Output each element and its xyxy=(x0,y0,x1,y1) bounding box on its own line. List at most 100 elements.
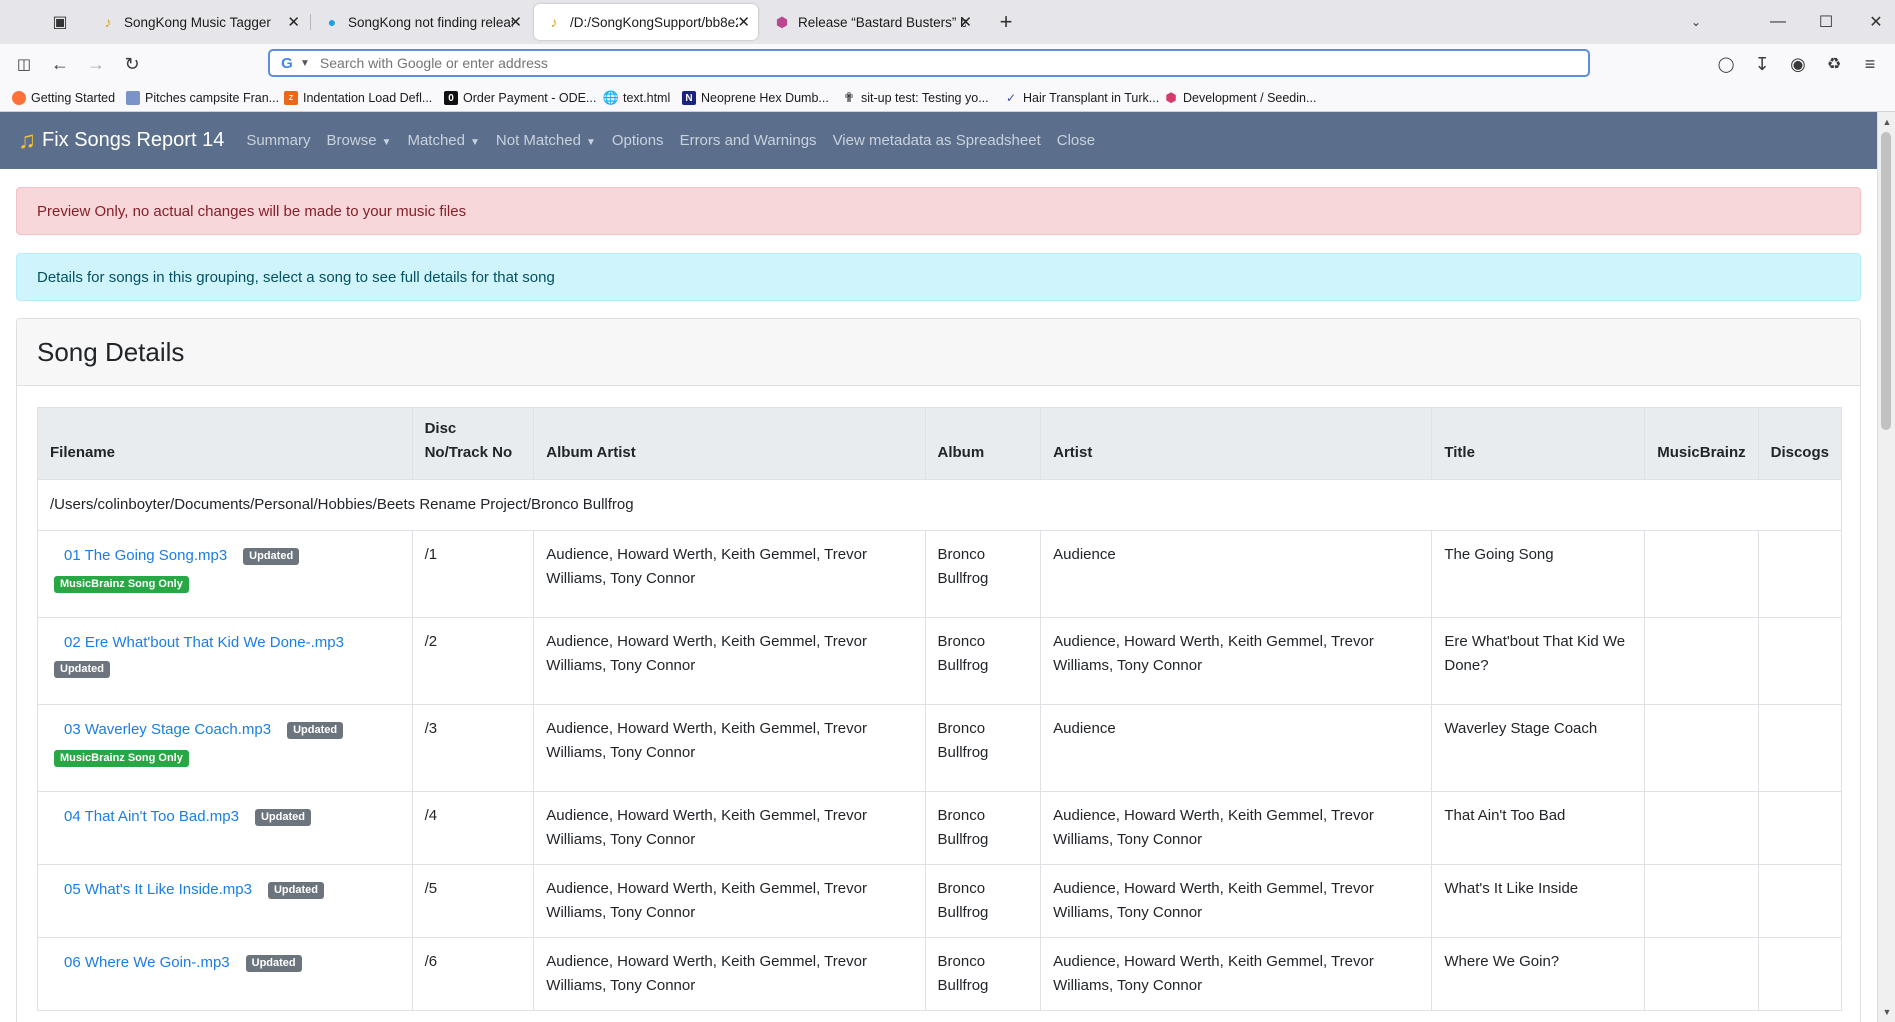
minimize-icon[interactable]: — xyxy=(1764,0,1792,44)
column-header[interactable]: Album Artist xyxy=(533,407,926,480)
url-bar[interactable]: G ▼ xyxy=(268,49,1590,77)
app-navbar: ♫ Fix Songs Report 14 Summary Browse ▼ Ma… xyxy=(0,112,1877,169)
nav-close[interactable]: Close xyxy=(1057,132,1095,149)
filename-cell: 06 Where We Goin-.mp3 Updated xyxy=(37,937,413,1011)
artist-cell: Audience, Howard Werth, Keith Gemmel, Tr… xyxy=(1040,937,1433,1011)
zwick-icon: Z xyxy=(284,91,298,105)
title-cell: What's It Like Inside xyxy=(1431,864,1646,938)
discogs-cell xyxy=(1757,864,1843,938)
sidebar-icon[interactable]: ◫ xyxy=(10,50,38,78)
reload-icon[interactable]: ↻ xyxy=(118,50,146,78)
bookmark-text-html[interactable]: 🌐 text.html xyxy=(603,89,670,107)
album-cell: Bronco Bullfrog xyxy=(924,937,1042,1011)
forward-icon[interactable]: → xyxy=(82,50,110,78)
bookmark-label: Order Payment - ODE... xyxy=(463,91,597,105)
tab-release-bastard-busters[interactable]: ⬢ Release “Bastard Busters” by Be ✕ xyxy=(762,4,980,40)
filename-link[interactable]: 02 Ere What'bout That Kid We Done-.mp3 xyxy=(64,634,344,651)
updated-badge: Updated xyxy=(287,721,344,739)
filename-link[interactable]: 05 What's It Like Inside.mp3 xyxy=(64,881,252,898)
table-row[interactable]: 06 Where We Goin-.mp3 Updated /6 Audience… xyxy=(37,937,1843,1011)
n-logo-icon: N xyxy=(682,91,696,105)
bookmark-order-payment[interactable]: 0 Order Payment - ODE... xyxy=(444,89,596,107)
close-tab-icon[interactable]: ✕ xyxy=(509,13,522,31)
tab-title: /D:/SongKongSupport/bb8e2fc xyxy=(570,14,738,30)
nav-not-matched[interactable]: Not Matched ▼ xyxy=(496,132,596,149)
maximize-icon[interactable]: ☐ xyxy=(1812,0,1840,44)
back-icon[interactable]: ← xyxy=(46,50,74,78)
table-row[interactable]: 04 That Ain't Too Bad.mp3 Updated /4 Audi… xyxy=(37,791,1843,865)
google-icon[interactable]: G xyxy=(278,54,296,72)
scroll-up-icon[interactable]: ▲ xyxy=(1878,114,1895,130)
app-brand[interactable]: ♫ Fix Songs Report 14 xyxy=(18,127,224,155)
filename-link[interactable]: 01 The Going Song.mp3 xyxy=(64,547,227,564)
column-header[interactable]: Title xyxy=(1431,407,1646,480)
folder-path: /Users/colinboyter/Documents/Personal/Ho… xyxy=(37,479,1842,531)
musicbrainz-cell xyxy=(1644,791,1759,865)
nav-errors-warnings[interactable]: Errors and Warnings xyxy=(680,132,817,149)
filename-link[interactable]: 04 That Ain't Too Bad.mp3 xyxy=(64,808,239,825)
nav-summary[interactable]: Summary xyxy=(246,132,310,149)
nav-browse[interactable]: Browse ▼ xyxy=(327,132,392,149)
bookmark-development[interactable]: ⬢ Development / Seedin... xyxy=(1164,89,1316,107)
close-tab-icon[interactable]: ✕ xyxy=(287,13,300,31)
close-tab-icon[interactable]: ✕ xyxy=(737,13,750,31)
tab-songkong-not-finding[interactable]: ● SongKong not finding releases ✕ xyxy=(312,4,530,40)
page-scrollbar[interactable]: ▲ ▼ xyxy=(1877,112,1895,1022)
table-row[interactable]: 03 Waverley Stage Coach.mp3 Updated Music… xyxy=(37,704,1843,792)
album-artist-cell: Audience, Howard Werth, Keith Gemmel, Tr… xyxy=(533,791,926,865)
column-header[interactable]: Album xyxy=(924,407,1042,480)
bookmark-pitches[interactable]: Pitches campsite Fran... xyxy=(126,89,279,107)
nav-view-spreadsheet[interactable]: View metadata as Spreadsheet xyxy=(833,132,1041,149)
list-all-tabs-icon[interactable]: ⌄ xyxy=(1684,0,1708,44)
filename-link[interactable]: 06 Where We Goin-.mp3 xyxy=(64,954,230,971)
folder-row: /Users/colinboyter/Documents/Personal/Ho… xyxy=(37,479,1842,531)
account-icon[interactable]: ◉ xyxy=(1784,50,1812,78)
nav-options[interactable]: Options xyxy=(612,132,664,149)
filename-link[interactable]: 03 Waverley Stage Coach.mp3 xyxy=(64,721,271,738)
column-header[interactable]: Artist xyxy=(1040,407,1433,480)
scroll-down-icon[interactable]: ▼ xyxy=(1878,1004,1895,1020)
scrollbar-thumb[interactable] xyxy=(1881,132,1891,430)
tab-title: SongKong Music Tagger xyxy=(124,14,271,30)
bookmark-indentation[interactable]: Z Indentation Load Defl... xyxy=(284,89,432,107)
column-header[interactable]: Discogs xyxy=(1757,407,1843,480)
close-tab-icon[interactable]: ✕ xyxy=(959,13,972,31)
bookmark-neoprene[interactable]: N Neoprene Hex Dumb... xyxy=(682,89,829,107)
nav-matched[interactable]: Matched ▼ xyxy=(407,132,479,149)
bookmark-sit-up[interactable]: ✟ sit-up test: Testing yo... xyxy=(842,89,989,107)
pocket-icon[interactable]: ◯ xyxy=(1712,50,1740,78)
chevron-down-icon[interactable]: ▼ xyxy=(300,58,310,69)
table-row[interactable]: 05 What's It Like Inside.mp3 Updated /5 A… xyxy=(37,864,1843,938)
close-window-icon[interactable]: ✕ xyxy=(1862,0,1890,44)
downloads-icon[interactable]: ↧ xyxy=(1748,50,1776,78)
table-row[interactable]: 02 Ere What'bout That Kid We Done-.mp3 U… xyxy=(37,617,1843,705)
track-cell: /4 xyxy=(411,791,535,865)
bookmark-getting-started[interactable]: Getting Started xyxy=(12,89,115,107)
column-header[interactable]: Disc No/Track No xyxy=(411,407,535,480)
bookmark-hair-transplant[interactable]: ✓ Hair Transplant in Turk... xyxy=(1004,89,1159,107)
column-header[interactable]: Filename xyxy=(37,407,413,480)
album-artist-cell: Audience, Howard Werth, Keith Gemmel, Tr… xyxy=(533,617,926,705)
musicbrainz-cell xyxy=(1644,704,1759,792)
table-row[interactable]: 01 The Going Song.mp3 Updated MusicBrainz… xyxy=(37,530,1843,618)
musicbrainz-cell xyxy=(1644,937,1759,1011)
column-header[interactable]: MusicBrainz xyxy=(1644,407,1759,480)
tab-songkong-support[interactable]: ♪ /D:/SongKongSupport/bb8e2fc ✕ xyxy=(534,4,758,40)
nav-label: Browse xyxy=(326,132,377,149)
updated-badge: Updated xyxy=(245,954,302,972)
bookmark-label: Development / Seedin... xyxy=(1183,91,1317,105)
musicbrainz-song-only-badge: MusicBrainz Song Only xyxy=(54,749,189,767)
title-cell: The Going Song xyxy=(1431,530,1646,618)
url-input[interactable] xyxy=(317,54,1588,72)
extensions-icon[interactable]: ♻ xyxy=(1820,50,1848,78)
nav-label: Options xyxy=(611,132,664,149)
tab-groups-icon[interactable]: ▣ xyxy=(48,0,72,44)
menu-icon[interactable]: ≡ xyxy=(1856,50,1884,78)
discogs-cell xyxy=(1757,704,1843,792)
bookmark-label: Hair Transplant in Turk... xyxy=(1023,91,1160,105)
title-cell: That Ain't Too Bad xyxy=(1431,791,1646,865)
tab-songkong-tagger[interactable]: ♪ SongKong Music Tagger ✕ xyxy=(88,4,308,40)
album-artist-cell: Audience, Howard Werth, Keith Gemmel, Tr… xyxy=(533,704,926,792)
new-tab-button[interactable]: + xyxy=(992,0,1020,44)
album-artist-cell: Audience, Howard Werth, Keith Gemmel, Tr… xyxy=(533,937,926,1011)
